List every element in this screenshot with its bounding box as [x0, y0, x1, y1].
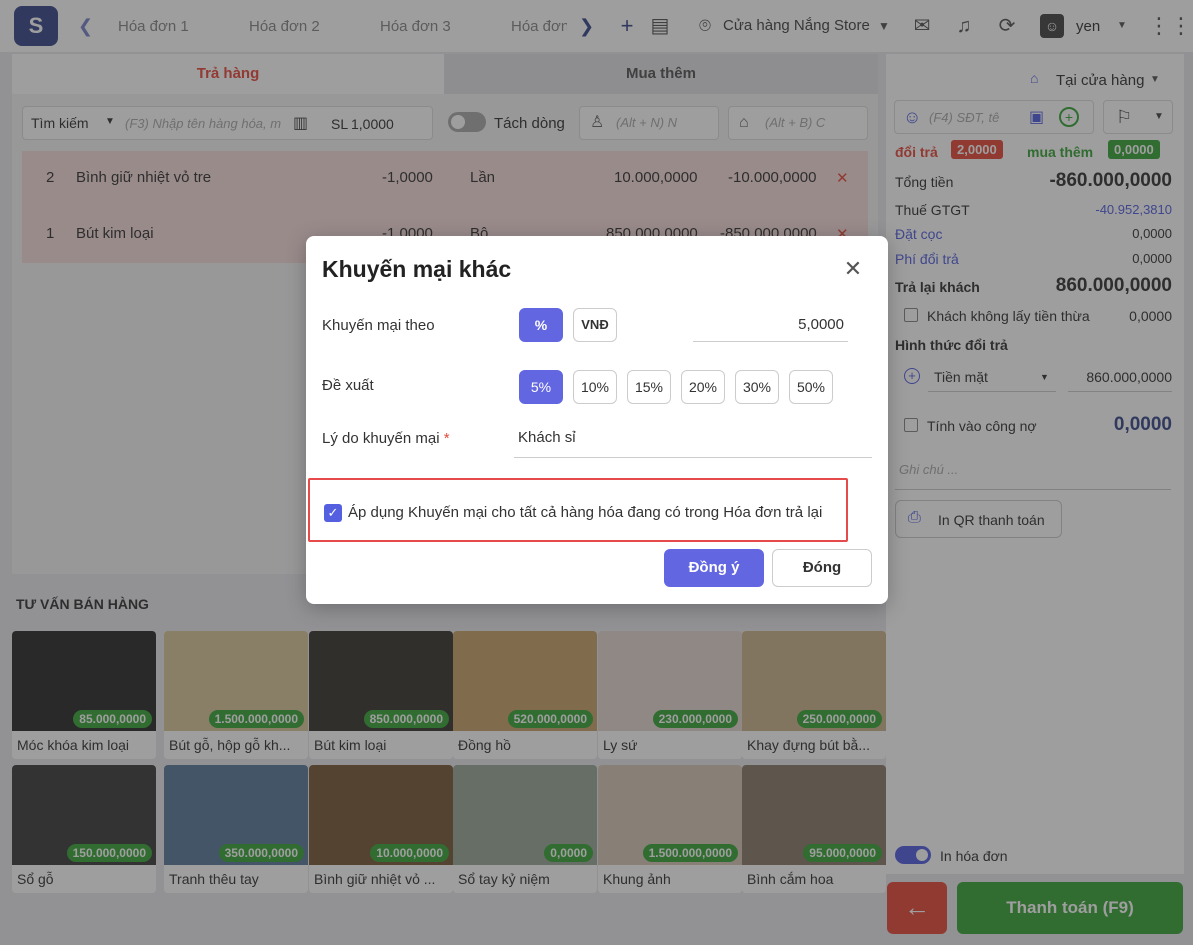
suggest-15-button[interactable]: 15%: [627, 370, 671, 404]
unit-percent-button[interactable]: %: [519, 308, 563, 342]
reason-label-text: Lý do khuyến mại: [322, 430, 440, 447]
close-icon[interactable]: ✕: [842, 258, 864, 280]
apply-all-checkbox[interactable]: ✓: [324, 504, 342, 522]
suggest-5-button[interactable]: 5%: [519, 370, 563, 404]
reason-label: Lý do khuyến mại *: [322, 430, 450, 447]
suggest-10-button[interactable]: 10%: [573, 370, 617, 404]
apply-all-label[interactable]: Áp dụng Khuyến mại cho tất cả hàng hóa đ…: [348, 504, 822, 521]
apply-all-highlight: ✓ Áp dụng Khuyến mại cho tất cả hàng hóa…: [308, 478, 848, 542]
cancel-button[interactable]: Đóng: [772, 549, 872, 587]
promo-value-input[interactable]: 5,0000: [693, 312, 848, 342]
promotion-dialog: Khuyến mại khác ✕ Khuyến mại theo % VNĐ …: [306, 236, 888, 604]
required-asterisk: *: [443, 430, 450, 447]
reason-input[interactable]: Khách sỉ: [514, 426, 872, 458]
confirm-button[interactable]: Đồng ý: [664, 549, 764, 587]
suggest-label: Đề xuất: [322, 377, 374, 394]
promo-by-label: Khuyến mại theo: [322, 317, 435, 334]
dialog-title: Khuyến mại khác: [322, 256, 512, 282]
suggest-20-button[interactable]: 20%: [681, 370, 725, 404]
suggest-30-button[interactable]: 30%: [735, 370, 779, 404]
unit-vnd-button[interactable]: VNĐ: [573, 308, 617, 342]
suggest-50-button[interactable]: 50%: [789, 370, 833, 404]
